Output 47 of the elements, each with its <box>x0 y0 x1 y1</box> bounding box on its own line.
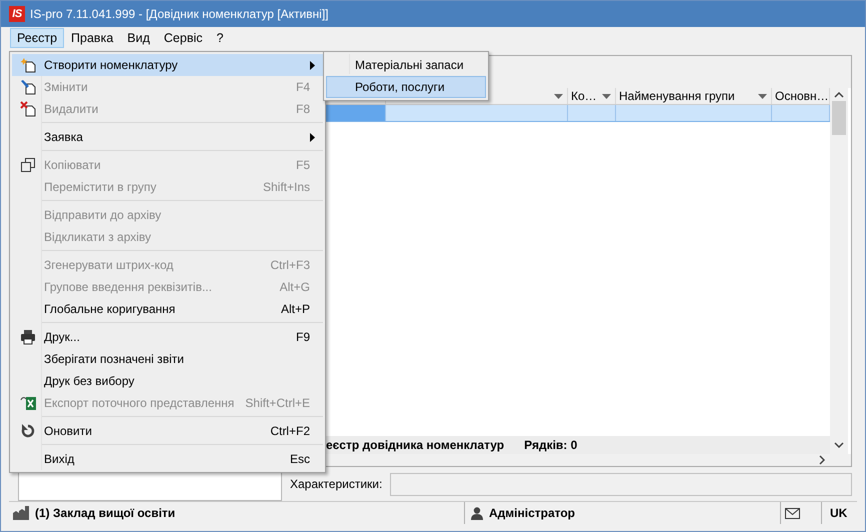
mail-icon <box>785 508 800 518</box>
scroll-right-icon <box>819 455 825 465</box>
organization-label: (1) Заклад вищої освіти <box>35 506 176 520</box>
copy-icon <box>20 157 36 173</box>
grid-footer-title: еєстр довідника номенклатур <box>326 438 504 452</box>
submenu-arrow-icon <box>310 61 316 70</box>
menu-item[interactable]: Зберігати позначені звіти <box>12 348 323 370</box>
menu-item[interactable]: Вихід Esc <box>12 448 323 470</box>
menu-bar-item[interactable]: Реєстр <box>10 28 64 48</box>
new-document-icon <box>20 57 36 73</box>
menu-bar-item[interactable]: ? <box>210 28 230 48</box>
row-count: Рядків: 0 <box>524 438 578 452</box>
menu-bar-item[interactable]: Вид <box>120 28 157 48</box>
user-icon <box>471 506 483 520</box>
refresh-icon <box>20 423 36 439</box>
buildings-icon <box>13 506 29 520</box>
table-row[interactable] <box>326 105 830 122</box>
spreadsheet-icon <box>20 395 36 411</box>
menu-bar-item[interactable]: Правка <box>64 28 120 48</box>
dropdown-icon <box>602 94 611 98</box>
column-header[interactable]: Ко… <box>568 88 616 104</box>
edit-document-icon <box>20 79 36 95</box>
scroll-down-icon <box>834 442 844 448</box>
submenu-item[interactable]: Роботи, послуги <box>326 76 486 98</box>
printer-icon <box>20 329 36 345</box>
column-header[interactable]: Найменування групи <box>616 88 772 104</box>
app-logo: IS <box>9 6 25 22</box>
menu-item[interactable]: Оновити Ctrl+F2 <box>12 420 323 442</box>
text-area[interactable] <box>18 472 282 501</box>
menu-item[interactable]: Друк без вибору <box>12 370 323 392</box>
menu-item[interactable]: Створити номенклатуру <box>12 54 323 76</box>
menu-item[interactable]: Друк... F9 <box>12 326 323 348</box>
characteristics-field[interactable] <box>390 472 852 496</box>
menu-item[interactable]: Заявка <box>12 126 323 148</box>
scroll-up-icon <box>834 92 844 98</box>
dropdown-icon <box>758 94 767 98</box>
submenu-item[interactable]: Матеріальні запаси <box>326 54 486 76</box>
window-title: IS-pro 7.11.041.999 - [Довідник номенклатур [Активні]] <box>30 7 328 21</box>
characteristics-label: Характеристики: <box>290 477 382 491</box>
menu-bar-item[interactable]: Сервіс <box>156 28 210 48</box>
scrollbar-thumb[interactable] <box>832 101 846 135</box>
user-name: Адміністратор <box>489 506 576 520</box>
language-indicator[interactable]: UK <box>830 506 848 520</box>
menu-item[interactable]: Глобальне коригування Alt+P <box>12 298 323 320</box>
submenu-arrow-icon <box>310 133 316 142</box>
delete-document-icon <box>20 101 36 117</box>
dropdown-icon <box>554 94 563 98</box>
